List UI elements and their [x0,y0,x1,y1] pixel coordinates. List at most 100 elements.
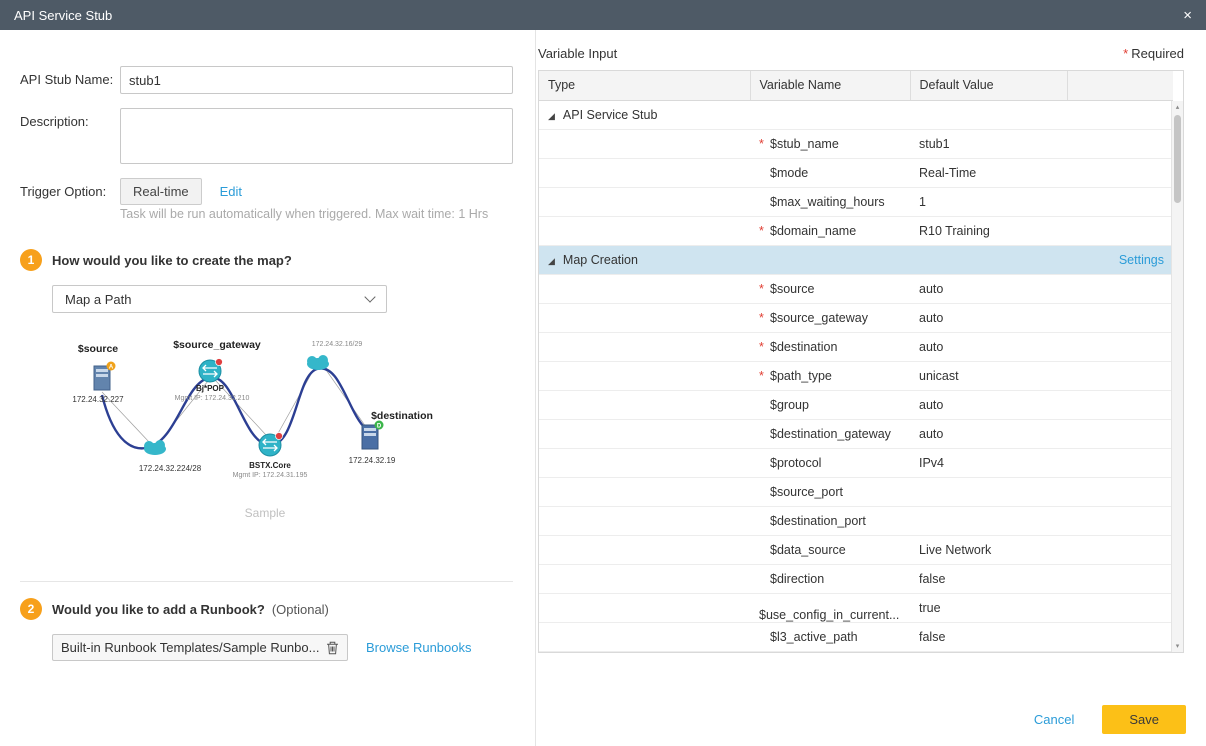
source-label: $source [78,343,118,355]
variable-name-cell: *$source_gateway [750,303,910,332]
required-asterisk: * [759,137,770,151]
group-name: API Service Stub [563,108,658,122]
table-row[interactable]: $max_waiting_hours1 [539,187,1173,216]
collapse-icon[interactable]: ◢ [548,256,555,266]
source-device-icon: A [94,362,116,391]
svg-text:A: A [109,365,114,371]
scrollbar-thumb[interactable] [1174,115,1181,203]
type-cell [539,622,750,651]
table-row[interactable]: $protocolIPv4 [539,448,1173,477]
dialog-title: API Service Stub [14,8,112,23]
default-value-cell[interactable]: IPv4 [910,448,1067,477]
description-input[interactable] [120,108,513,164]
column-header-type[interactable]: Type [539,71,750,100]
variable-name: $direction [770,572,824,586]
table-row[interactable]: $data_sourceLive Network [539,535,1173,564]
variable-name-cell: *$stub_name [750,129,910,158]
default-value-cell[interactable]: unicast [910,361,1067,390]
table-row[interactable]: $source_port [539,477,1173,506]
map-type-dropdown[interactable]: Map a Path [52,285,387,313]
default-value-cell[interactable]: R10 Training [910,216,1067,245]
group-header-row[interactable]: ◢Map CreationSettings [539,245,1173,274]
sample-caption: Sample [245,506,286,520]
variable-name: $stub_name [770,137,839,151]
destination-device-icon: D [362,421,384,450]
lan2-label: 172.24.32.16/29 [312,341,363,348]
lan1-label: 172.24.32.224/28 [139,464,202,473]
table-row[interactable]: *$stub_namestub1 [539,129,1173,158]
table-row[interactable]: *$destinationauto [539,332,1173,361]
destination-label: $destination [371,410,433,422]
step-2-question: Would you like to add a Runbook?(Optiona… [52,602,329,617]
variable-input-header: Variable Input *Required [538,46,1184,61]
type-cell [539,274,750,303]
chevron-down-icon [364,291,375,302]
variable-name-cell: $use_config_in_current... [750,593,910,622]
default-value-cell[interactable]: stub1 [910,129,1067,158]
default-value-cell[interactable]: auto [910,332,1067,361]
trigger-help-text: Task will be run automatically when trig… [120,207,513,221]
table-row[interactable]: $modeReal-Time [539,158,1173,187]
variable-name-cell: $destination_port [750,506,910,535]
step-2-badge: 2 [20,598,42,620]
table-row[interactable]: $direction false [539,564,1173,593]
table-row[interactable]: $l3_active_pathfalse [539,622,1173,651]
save-button[interactable]: Save [1102,705,1186,734]
group-header-row[interactable]: ◢ API Service Stub [539,100,1173,129]
default-value-cell[interactable]: 1 [910,187,1067,216]
trigger-option-row: Trigger Option: Real-time Edit [20,178,513,205]
sample-map-container: A [50,335,513,533]
gateway-label: $source_gateway [173,339,261,351]
table-row[interactable]: $destination_port [539,506,1173,535]
variable-name-cell: *$source [750,274,910,303]
default-value-cell[interactable]: auto [910,390,1067,419]
api-stub-name-label: API Stub Name: [20,66,120,94]
variable-table: Type Variable Name Default Value ◢ API Se… [539,71,1173,652]
default-value-cell[interactable] [910,477,1067,506]
edit-trigger-link[interactable]: Edit [220,178,242,205]
trash-icon[interactable] [326,641,339,655]
scroll-down-icon[interactable]: ▾ [1172,642,1183,650]
column-header-variable-name[interactable]: Variable Name [750,71,910,100]
default-value-cell[interactable]: true [910,593,1067,622]
table-row[interactable]: *$source_gatewayauto [539,303,1173,332]
close-icon[interactable]: × [1183,8,1192,23]
table-row[interactable]: $use_config_in_current...true [539,593,1173,622]
type-cell [539,129,750,158]
collapse-icon[interactable]: ◢ [548,111,555,121]
settings-link[interactable]: Settings [1119,253,1164,267]
required-asterisk: * [759,282,770,296]
empty-cell [1067,216,1173,245]
scrollbar[interactable]: ▴ ▾ [1171,101,1183,652]
cancel-button[interactable]: Cancel [1034,712,1074,727]
default-value-cell[interactable]: auto [910,419,1067,448]
default-value-cell[interactable] [910,506,1067,535]
scroll-up-icon[interactable]: ▴ [1172,103,1183,111]
empty-cell [1067,274,1173,303]
api-stub-name-input[interactable] [120,66,513,94]
sample-map-diagram: A [50,335,510,530]
table-row[interactable]: $group auto [539,390,1173,419]
default-value-cell[interactable]: false [910,564,1067,593]
empty-cell [1067,419,1173,448]
default-value-cell[interactable]: auto [910,303,1067,332]
variable-name-cell: $mode [750,158,910,187]
default-value-cell[interactable]: auto [910,274,1067,303]
table-row[interactable]: $destination_gatewayauto [539,419,1173,448]
required-asterisk: * [759,224,770,238]
column-header-default-value[interactable]: Default Value [910,71,1067,100]
table-row[interactable]: *$domain_nameR10 Training [539,216,1173,245]
default-value-cell[interactable]: Live Network [910,535,1067,564]
table-row[interactable]: *$path_typeunicast [539,361,1173,390]
table-header-row: Type Variable Name Default Value [539,71,1173,100]
type-cell [539,477,750,506]
browse-runbooks-link[interactable]: Browse Runbooks [366,640,472,655]
variable-name: $destination [770,340,837,354]
table-row[interactable]: *$sourceauto [539,274,1173,303]
default-value-cell[interactable]: false [910,622,1067,651]
variable-name: $group [770,398,809,412]
default-value-cell[interactable]: Real-Time [910,158,1067,187]
required-asterisk: * [759,311,770,325]
type-cell [539,593,750,622]
empty-cell [1067,303,1173,332]
